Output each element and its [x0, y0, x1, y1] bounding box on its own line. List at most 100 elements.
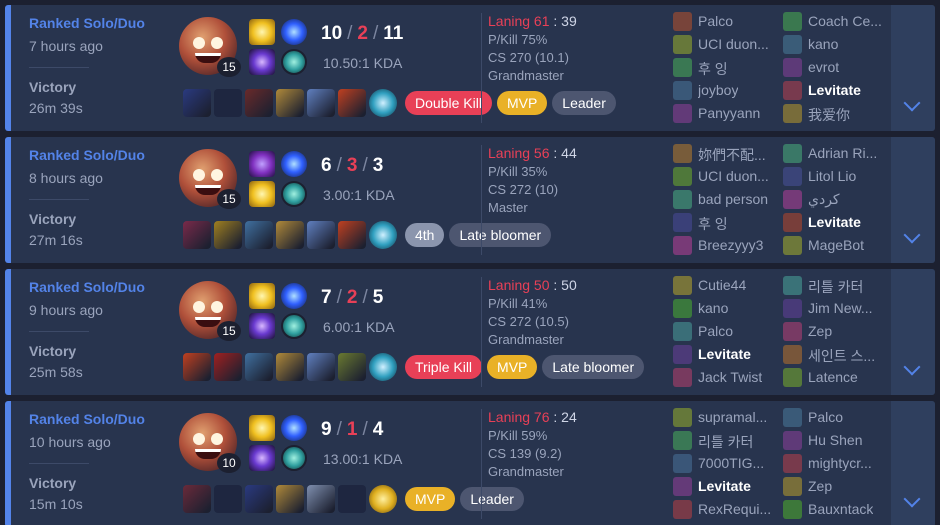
player-row[interactable]: 세인트 스... [783, 343, 895, 366]
player-name[interactable]: Jack Twist [698, 369, 762, 385]
player-row[interactable]: كردي [783, 188, 895, 211]
player-name[interactable]: Breezyyy3 [698, 237, 763, 253]
player-name[interactable]: Bauxntack [808, 501, 873, 517]
summoner-spell-icon[interactable] [249, 151, 275, 177]
player-row[interactable]: supramal... [673, 406, 785, 429]
player-name[interactable]: Levitate [698, 478, 751, 494]
item-icon[interactable] [183, 353, 211, 381]
player-name[interactable]: Latence [808, 369, 858, 385]
player-name[interactable]: Palco [808, 409, 843, 425]
player-name[interactable]: Zep [808, 478, 832, 494]
player-row[interactable]: evrot [783, 56, 895, 79]
player-row[interactable]: Jim New... [783, 297, 895, 320]
player-row[interactable]: Levitate [783, 79, 895, 102]
item-icon[interactable] [307, 353, 335, 381]
player-name[interactable]: 我爱你 [808, 105, 850, 125]
player-name[interactable]: MageBot [808, 237, 864, 253]
player-row[interactable]: Zep [783, 320, 895, 343]
player-name[interactable]: 후 잉 [698, 59, 728, 79]
item-icon[interactable] [338, 89, 366, 117]
player-name[interactable]: kano [698, 300, 728, 316]
player-row[interactable]: 妳們不配... [673, 142, 785, 165]
summoner-spell-icon[interactable] [249, 283, 275, 309]
player-row[interactable]: RexRequi... [673, 498, 785, 521]
player-row[interactable]: kano [783, 33, 895, 56]
summoner-spell-icon[interactable] [249, 415, 275, 441]
item-icon[interactable] [245, 485, 273, 513]
item-icon[interactable] [183, 485, 211, 513]
summoner-spell-icon[interactable] [249, 445, 275, 471]
player-row[interactable]: Coach Ce... [783, 10, 895, 33]
player-name[interactable]: Palco [698, 13, 733, 29]
ward-trinket-icon[interactable] [369, 353, 397, 381]
player-name[interactable]: Palco [698, 323, 733, 339]
player-row[interactable]: Levitate [673, 475, 785, 498]
item-icon[interactable] [307, 221, 335, 249]
player-name[interactable]: bad person [698, 191, 768, 207]
player-row[interactable]: 7000TIG... [673, 452, 785, 475]
player-row[interactable]: Cutie44 [673, 274, 785, 297]
player-row[interactable]: 후 잉 [673, 56, 785, 79]
secondary-rune-icon[interactable] [281, 181, 307, 207]
player-row[interactable]: mightycr... [783, 452, 895, 475]
player-name[interactable]: 리틀 카터 [698, 432, 753, 452]
match-card[interactable]: Ranked Solo/Duo 9 hours ago Victory 25m 58s… [5, 269, 935, 395]
primary-rune-icon[interactable] [281, 283, 307, 309]
player-row[interactable]: Litol Lio [783, 165, 895, 188]
expand-details-button[interactable] [891, 5, 935, 131]
player-name[interactable]: mightycr... [808, 455, 872, 471]
player-name[interactable]: Cutie44 [698, 277, 746, 293]
expand-details-button[interactable] [891, 401, 935, 525]
ward-trinket-icon[interactable] [369, 89, 397, 117]
match-card[interactable]: Ranked Solo/Duo 7 hours ago Victory 26m 39s… [5, 5, 935, 131]
player-row[interactable]: Jack Twist [673, 366, 785, 389]
player-row[interactable]: Latence [783, 366, 895, 389]
player-row[interactable]: Panyyann [673, 102, 785, 125]
item-icon[interactable] [276, 353, 304, 381]
player-name[interactable]: 후 잉 [698, 214, 728, 234]
player-name[interactable]: Panyyann [698, 105, 760, 121]
item-icon[interactable] [245, 89, 273, 117]
item-icon[interactable] [183, 221, 211, 249]
player-name[interactable]: RexRequi... [698, 501, 771, 517]
player-name[interactable]: 리틀 카터 [808, 277, 863, 297]
item-icon[interactable] [245, 353, 273, 381]
item-icon[interactable] [276, 89, 304, 117]
player-row[interactable]: bad person [673, 188, 785, 211]
player-row[interactable]: Breezyyy3 [673, 234, 785, 257]
player-row[interactable]: MageBot [783, 234, 895, 257]
player-row[interactable]: kano [673, 297, 785, 320]
player-name[interactable]: Jim New... [808, 300, 873, 316]
ward-trinket-icon[interactable] [369, 485, 397, 513]
item-icon[interactable] [183, 89, 211, 117]
player-row[interactable]: Zep [783, 475, 895, 498]
player-name[interactable]: Hu Shen [808, 432, 862, 448]
match-card[interactable]: Ranked Solo/Duo 10 hours ago Victory 15m 10… [5, 401, 935, 525]
player-row[interactable]: Palco [783, 406, 895, 429]
player-name[interactable]: Levitate [808, 82, 861, 98]
player-name[interactable]: Levitate [698, 346, 751, 362]
player-row[interactable]: Levitate [783, 211, 895, 234]
secondary-rune-icon[interactable] [281, 49, 307, 75]
ward-trinket-icon[interactable] [369, 221, 397, 249]
player-name[interactable]: 妳們不配... [698, 145, 766, 165]
player-name[interactable]: Levitate [808, 214, 861, 230]
item-icon[interactable] [245, 221, 273, 249]
item-icon[interactable] [214, 353, 242, 381]
item-icon[interactable] [338, 221, 366, 249]
player-name[interactable]: كردي [808, 191, 840, 208]
player-row[interactable]: UCI duon... [673, 33, 785, 56]
player-row[interactable]: Palco [673, 320, 785, 343]
player-row[interactable]: Adrian Ri... [783, 142, 895, 165]
expand-details-button[interactable] [891, 137, 935, 263]
player-name[interactable]: 세인트 스... [808, 346, 875, 366]
secondary-rune-icon[interactable] [281, 313, 307, 339]
item-icon[interactable] [307, 485, 335, 513]
summoner-spell-icon[interactable] [249, 181, 275, 207]
player-name[interactable]: Zep [808, 323, 832, 339]
player-row[interactable]: 리틀 카터 [783, 274, 895, 297]
player-row[interactable]: Palco [673, 10, 785, 33]
expand-details-button[interactable] [891, 269, 935, 395]
player-row[interactable]: 리틀 카터 [673, 429, 785, 452]
player-name[interactable]: Adrian Ri... [808, 145, 877, 161]
